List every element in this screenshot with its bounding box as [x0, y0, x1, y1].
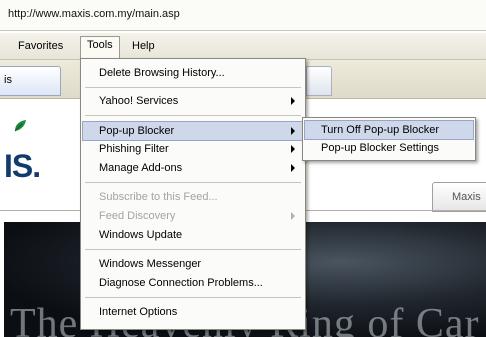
- menu-item-feed-discovery: Feed Discovery: [83, 207, 303, 225]
- submenu-arrow-icon: [291, 127, 295, 135]
- menu-separator: [85, 182, 301, 183]
- menu-help[interactable]: Help: [126, 37, 161, 55]
- menu-item-label: Windows Update: [99, 229, 183, 241]
- menu-separator: [85, 297, 301, 298]
- menu-item-popup-blocker[interactable]: Pop-up Blocker: [82, 121, 304, 141]
- menu-item-windows-update[interactable]: Windows Update: [83, 226, 303, 244]
- logo-leaf-icon: [14, 120, 26, 132]
- new-tab-button[interactable]: [306, 66, 332, 96]
- menu-item-label: Internet Options: [99, 306, 178, 318]
- menu-item-label: Phishing Filter: [99, 143, 169, 155]
- menu-item-label: Subscribe to this Feed...: [99, 191, 218, 203]
- menu-item-label: Windows Messenger: [99, 258, 202, 270]
- submenu-arrow-icon: [291, 97, 295, 105]
- menu-tools[interactable]: Tools: [80, 36, 120, 58]
- submenu-arrow-icon: [291, 164, 295, 172]
- menu-item-manage-add-ons[interactable]: Manage Add-ons: [83, 159, 303, 177]
- popup-blocker-submenu: Turn Off Pop-up Blocker Pop-up Blocker S…: [302, 117, 476, 161]
- address-bar[interactable]: http://www.maxis.com.my/main.asp: [0, 0, 486, 31]
- menu-item-label: Pop-up Blocker: [99, 125, 175, 137]
- menu-item-diagnose-connection[interactable]: Diagnose Connection Problems...: [83, 274, 303, 292]
- page-tab-label: Maxis: [452, 191, 481, 203]
- menu-item-subscribe-feed: Subscribe to this Feed...: [83, 188, 303, 206]
- menu-bar: Favorites Tools Help: [0, 33, 486, 60]
- menu-item-phishing-filter[interactable]: Phishing Filter: [83, 140, 303, 158]
- menu-item-delete-browsing-history[interactable]: Delete Browsing History...: [83, 64, 303, 82]
- menu-separator: [85, 249, 301, 250]
- browser-tab-label: is: [4, 74, 12, 86]
- menu-item-label: Diagnose Connection Problems...: [99, 277, 263, 289]
- menu-item-yahoo-services[interactable]: Yahoo! Services: [83, 92, 303, 110]
- tools-menu: Delete Browsing History... Yahoo! Servic…: [80, 58, 306, 330]
- address-url[interactable]: http://www.maxis.com.my/main.asp: [8, 8, 180, 20]
- menu-item-label: Feed Discovery: [99, 210, 176, 222]
- menu-separator: [85, 115, 301, 116]
- menu-favorites[interactable]: Favorites: [12, 37, 69, 55]
- menu-item-windows-messenger[interactable]: Windows Messenger: [83, 255, 303, 273]
- menu-item-label: Turn Off Pop-up Blocker: [321, 124, 439, 136]
- submenu-arrow-icon: [291, 145, 295, 153]
- page-tab[interactable]: Maxis: [432, 182, 486, 212]
- menu-item-label: Yahoo! Services: [99, 95, 179, 107]
- menu-item-popup-blocker-settings[interactable]: Pop-up Blocker Settings: [305, 139, 473, 157]
- browser-tab[interactable]: is: [0, 66, 61, 96]
- menu-item-turn-off-popup-blocker[interactable]: Turn Off Pop-up Blocker: [304, 120, 474, 140]
- site-logo[interactable]: IS.: [4, 148, 41, 185]
- menu-separator: [85, 87, 301, 88]
- menu-item-label: Manage Add-ons: [99, 162, 183, 174]
- menu-item-label: Delete Browsing History...: [99, 67, 225, 79]
- menu-item-label: Pop-up Blocker Settings: [321, 142, 440, 154]
- submenu-arrow-icon: [291, 212, 295, 220]
- menu-item-internet-options[interactable]: Internet Options: [83, 303, 303, 321]
